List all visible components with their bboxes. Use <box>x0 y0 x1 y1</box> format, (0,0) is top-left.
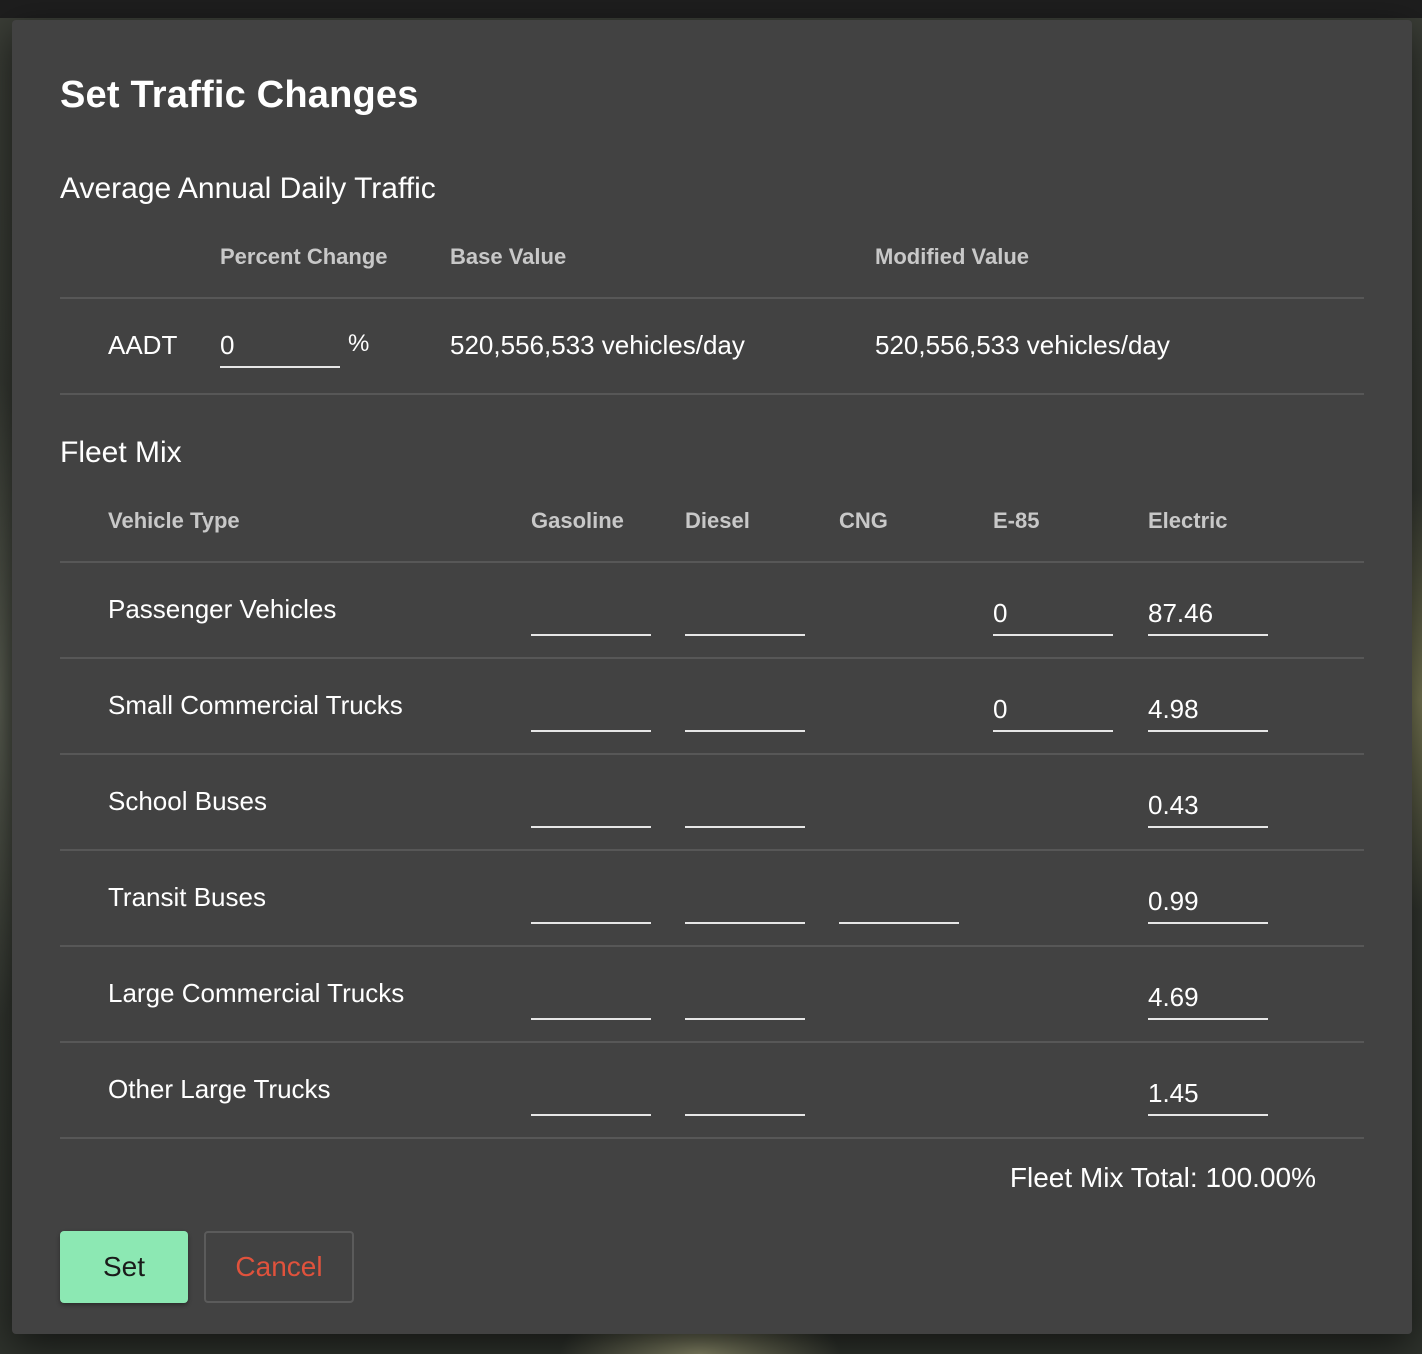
gasoline-input[interactable] <box>531 880 651 924</box>
diesel-input[interactable] <box>685 688 805 732</box>
vehicle-type-label: Passenger Vehicles <box>108 594 337 624</box>
cng-input[interactable] <box>839 880 959 924</box>
cancel-button[interactable]: Cancel <box>204 1231 354 1303</box>
aadt-section-title: Average Annual Daily Traffic <box>60 172 436 205</box>
divider <box>60 1137 1364 1139</box>
percent-unit: % <box>348 330 370 357</box>
electric-header: Electric <box>1148 508 1228 533</box>
fleet-mix-total: Fleet Mix Total: 100.00% <box>1009 1162 1316 1193</box>
dialog-title: Set Traffic Changes <box>60 74 419 116</box>
gasoline-input[interactable] <box>531 592 651 636</box>
electric-input[interactable] <box>1148 784 1268 828</box>
vehicle-type-label: Small Commercial Trucks <box>108 690 403 720</box>
electric-input[interactable] <box>1148 1072 1268 1116</box>
diesel-input[interactable] <box>685 592 805 636</box>
fleet-mix-section-title: Fleet Mix <box>60 436 182 469</box>
e85-header: E-85 <box>993 508 1040 533</box>
divider <box>60 945 1364 947</box>
base-value-header: Base Value <box>450 244 567 269</box>
divider <box>60 849 1364 851</box>
diesel-input[interactable] <box>685 1072 805 1116</box>
aadt-base-value: 520,556,533 vehicles/day <box>450 330 745 360</box>
cng-header: CNG <box>839 508 888 533</box>
divider <box>60 1041 1364 1043</box>
vehicle-type-label: Large Commercial Trucks <box>108 978 405 1008</box>
electric-input[interactable] <box>1148 976 1268 1020</box>
vehicle-type-label: Other Large Trucks <box>108 1074 331 1104</box>
diesel-input[interactable] <box>685 784 805 828</box>
divider <box>60 657 1364 659</box>
gasoline-input[interactable] <box>531 688 651 732</box>
aadt-modified-value: 520,556,533 vehicles/day <box>875 330 1170 360</box>
gasoline-header: Gasoline <box>531 508 624 533</box>
diesel-input[interactable] <box>685 880 805 924</box>
vehicle-type-label: School Buses <box>108 786 267 816</box>
set-button[interactable]: Set <box>60 1231 188 1303</box>
electric-input[interactable] <box>1148 688 1268 732</box>
gasoline-input[interactable] <box>531 1072 651 1116</box>
divider <box>60 393 1364 395</box>
aadt-percent-input[interactable] <box>220 324 340 368</box>
e85-input[interactable] <box>993 592 1113 636</box>
percent-change-header: Percent Change <box>220 244 388 269</box>
set-traffic-changes-dialog: Set Traffic Changes Average Annual Daily… <box>12 20 1412 1334</box>
divider <box>60 753 1364 755</box>
vehicle-type-header: Vehicle Type <box>108 508 240 533</box>
divider <box>60 561 1364 563</box>
electric-input[interactable] <box>1148 880 1268 924</box>
diesel-header: Diesel <box>685 508 750 533</box>
diesel-input[interactable] <box>685 976 805 1020</box>
aadt-label: AADT <box>108 330 178 360</box>
gasoline-input[interactable] <box>531 976 651 1020</box>
divider <box>60 297 1364 299</box>
e85-input[interactable] <box>993 688 1113 732</box>
modified-value-header: Modified Value <box>875 244 1030 269</box>
gasoline-input[interactable] <box>531 784 651 828</box>
vehicle-type-label: Transit Buses <box>108 882 266 912</box>
electric-input[interactable] <box>1148 592 1268 636</box>
